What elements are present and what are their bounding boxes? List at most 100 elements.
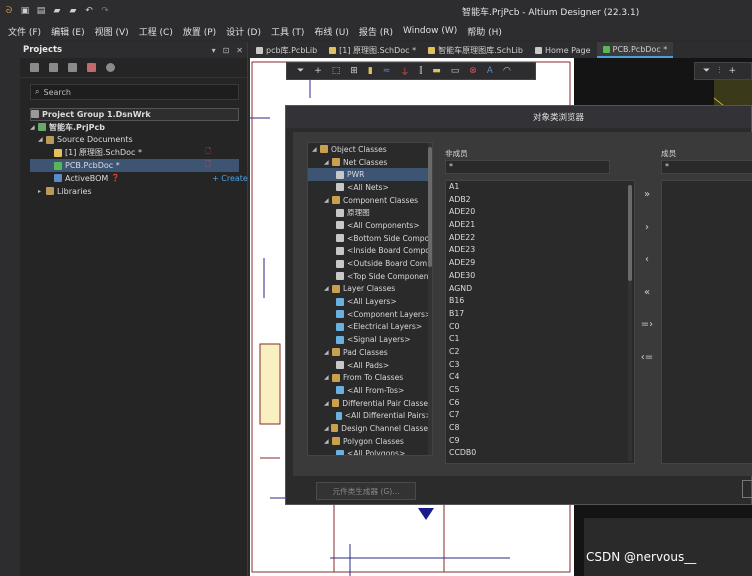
class-tree-item[interactable]: <Inside Board Compo: [308, 245, 432, 258]
tab-pcbdoc[interactable]: PCB.PcbDoc *: [596, 42, 674, 58]
open-document-icon[interactable]: [49, 63, 58, 72]
nonmember-item[interactable]: ADE23: [446, 244, 634, 257]
class-tree-item[interactable]: <Bottom Side Compo: [308, 232, 432, 245]
ok-button-partial[interactable]: [742, 480, 752, 498]
collapse-arrow-icon[interactable]: ◢: [324, 349, 332, 356]
add-all-button[interactable]: »: [637, 182, 657, 208]
panel-pin-icon[interactable]: ⊡: [223, 46, 230, 55]
nonmember-item[interactable]: C4: [446, 371, 634, 384]
nonmember-item[interactable]: C5: [446, 384, 634, 397]
tree-source-documents[interactable]: ◢ Source Documents: [30, 134, 239, 147]
nonmember-item[interactable]: C3: [446, 359, 634, 372]
tab-schdoc[interactable]: [1] 原理图.SchDoc *: [323, 42, 422, 58]
filter-icon[interactable]: ⏷: [297, 66, 304, 76]
class-tree-item[interactable]: <All Differential Pairs>: [308, 409, 432, 422]
arc-icon[interactable]: ◠: [503, 66, 511, 76]
directive-icon[interactable]: ⊗: [469, 66, 477, 76]
panel-close-icon[interactable]: ✕: [236, 46, 243, 55]
class-tree-item[interactable]: PWR: [308, 168, 432, 182]
members-list[interactable]: [661, 180, 752, 464]
collapse-arrow-icon[interactable]: ◢: [324, 285, 332, 292]
nonmember-item[interactable]: B16: [446, 295, 634, 308]
save-all-icon[interactable]: ▤: [36, 6, 46, 16]
nonmember-item[interactable]: AGND: [446, 283, 634, 296]
nonmembers-scrollbar[interactable]: [628, 185, 632, 461]
class-tree-item[interactable]: <All Nets>: [308, 181, 432, 194]
class-tree-item[interactable]: <Top Side Componen: [308, 270, 432, 283]
class-tree-item[interactable]: ◢ Component Classes: [308, 194, 432, 207]
route-icon[interactable]: ⫶: [718, 66, 720, 76]
menu-tools[interactable]: 工具 (T): [271, 25, 304, 38]
remove-filtered-button[interactable]: ‹=: [637, 345, 657, 371]
menu-help[interactable]: 帮助 (H): [467, 25, 502, 38]
tree-project[interactable]: ◢ 智能车.PrjPcb: [30, 121, 239, 134]
nonmembers-filter-input[interactable]: *: [445, 160, 610, 174]
nonmember-item[interactable]: C0: [446, 321, 634, 334]
class-tree-item[interactable]: ◢ Net Classes: [308, 156, 432, 169]
collapse-arrow-icon[interactable]: ◢: [30, 124, 38, 131]
nonmember-item[interactable]: C1: [446, 333, 634, 346]
class-tree-item[interactable]: ◢ Layer Classes: [308, 283, 432, 296]
class-tree-item[interactable]: <Component Layers>: [308, 308, 432, 321]
nonmember-item[interactable]: ADE20: [446, 206, 634, 219]
nonmember-item[interactable]: A1: [446, 181, 634, 194]
add-selected-button[interactable]: ›: [637, 215, 657, 241]
collapse-arrow-icon[interactable]: ◢: [324, 197, 332, 204]
align-icon[interactable]: ⊞: [350, 66, 358, 76]
class-tree-item[interactable]: <All Layers>: [308, 295, 432, 308]
tab-schlib[interactable]: 智能车原理图库.SchLib: [422, 42, 529, 58]
nonmember-item[interactable]: C8: [446, 422, 634, 435]
class-tree-item[interactable]: <All From-Tos>: [308, 384, 432, 397]
remove-all-button[interactable]: «: [637, 280, 657, 306]
class-tree-item[interactable]: <Signal Layers>: [308, 333, 432, 346]
nonmember-item[interactable]: C9: [446, 435, 634, 448]
class-tree-item[interactable]: <Electrical Layers>: [308, 321, 432, 334]
menu-file[interactable]: 文件 (F): [8, 25, 41, 38]
nonmember-item[interactable]: ADE29: [446, 257, 634, 270]
power-port-icon[interactable]: ⏚: [400, 65, 409, 78]
select-rect-icon[interactable]: ⬚: [332, 66, 341, 76]
tree-libraries[interactable]: ▸ Libraries: [30, 185, 239, 198]
nonmember-item[interactable]: C6: [446, 397, 634, 410]
menu-reports[interactable]: 报告 (R): [359, 25, 393, 38]
class-tree-item[interactable]: ◢ Object Classes: [308, 143, 432, 156]
settings-gear-icon[interactable]: [106, 63, 115, 72]
class-tree-item[interactable]: ◢ Pad Classes: [308, 346, 432, 359]
tree-sch-doc[interactable]: [1] 原理图.SchDoc * 🗋: [30, 146, 239, 159]
tree-pcb-doc[interactable]: PCB.PcbDoc * 🗋: [30, 159, 239, 172]
members-filter-input[interactable]: *: [661, 160, 752, 174]
open-icon[interactable]: ▰: [52, 6, 62, 16]
class-tree-item[interactable]: ◢ Design Channel Classes: [308, 422, 432, 435]
class-tree-item[interactable]: <All Pads>: [308, 359, 432, 372]
class-tree-scrollbar[interactable]: [428, 143, 432, 455]
menu-window[interactable]: Window (W): [403, 26, 457, 36]
nonmember-item[interactable]: ADB2: [446, 194, 634, 207]
create-bom-link[interactable]: + Create: [212, 174, 248, 183]
port-icon[interactable]: ▭: [451, 66, 460, 76]
redo-icon[interactable]: ↷: [100, 6, 110, 16]
menu-place[interactable]: 放置 (P): [183, 25, 216, 38]
nonmember-item[interactable]: B17: [446, 308, 634, 321]
menu-design[interactable]: 设计 (D): [226, 25, 261, 38]
sheet-symbol-icon[interactable]: ▬: [432, 66, 441, 76]
class-tree-item[interactable]: ◢ Polygon Classes: [308, 435, 432, 448]
nonmember-item[interactable]: C7: [446, 409, 634, 422]
compile-icon[interactable]: [68, 63, 77, 72]
filter-icon[interactable]: ⏷: [703, 66, 710, 76]
undo-icon[interactable]: ↶: [84, 6, 94, 16]
collapse-arrow-icon[interactable]: ◢: [324, 438, 332, 445]
component-class-generator-button[interactable]: 元件类生成器 (G)...: [316, 482, 416, 500]
menu-project[interactable]: 工程 (C): [139, 25, 173, 38]
panel-menu-icon[interactable]: ▾: [212, 46, 216, 55]
menu-view[interactable]: 视图 (V): [95, 25, 129, 38]
expand-arrow-icon[interactable]: ▸: [38, 188, 46, 195]
tab-home-page[interactable]: Home Page: [529, 42, 597, 58]
menu-edit[interactable]: 编辑 (E): [51, 25, 85, 38]
class-tree-item[interactable]: ◢ Differential Pair Classes: [308, 397, 432, 410]
projects-search-input[interactable]: ⌕ Search: [30, 84, 239, 100]
collapse-arrow-icon[interactable]: ◢: [324, 159, 332, 166]
collapse-arrow-icon[interactable]: ◢: [324, 425, 331, 432]
project-options-icon[interactable]: [87, 63, 96, 72]
harness-icon[interactable]: ⫿: [419, 66, 422, 76]
tree-active-bom[interactable]: ActiveBOM ❓ + Create: [30, 172, 248, 185]
